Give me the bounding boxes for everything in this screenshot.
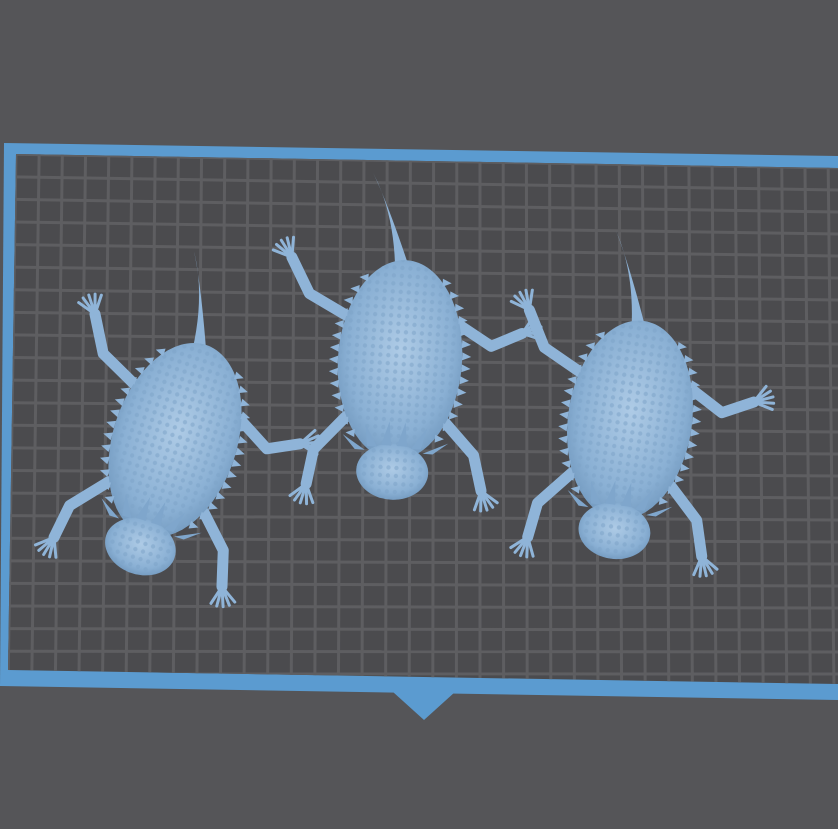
build-plate-scene[interactable]: [0, 0, 838, 829]
grid-line: [8, 604, 838, 610]
grid-line: [8, 627, 838, 632]
grid-line: [8, 649, 838, 654]
grid-line: [524, 154, 529, 684]
3d-viewport[interactable]: [0, 0, 838, 829]
